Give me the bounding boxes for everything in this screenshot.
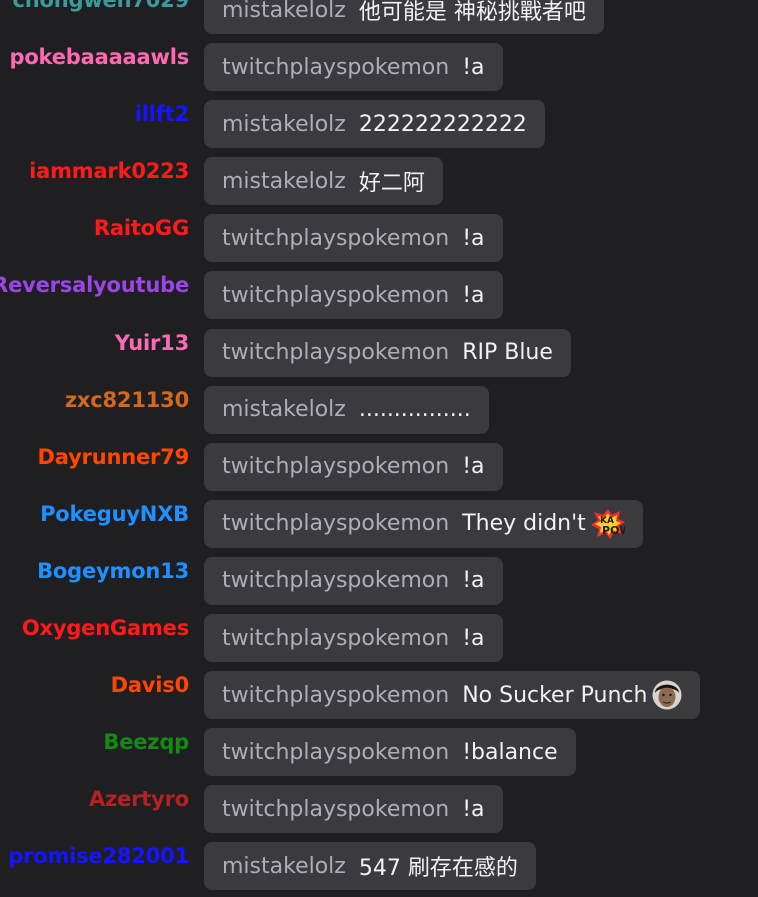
chat-message-row: OxygenGames twitchplayspokemon !a — [0, 609, 758, 666]
chat-message-row: RaitoGG twitchplayspokemon !a — [0, 209, 758, 266]
face-emote — [652, 680, 682, 710]
chat-message-row: zxc821130 mistakelolz................ — [0, 381, 758, 438]
chat-username[interactable]: Davis0 — [111, 673, 190, 697]
channel-name[interactable]: twitchplayspokemon — [222, 568, 449, 593]
channel-name[interactable]: mistakelolz — [222, 169, 346, 194]
chat-message-row: illft2 mistakelolz 222222222222 — [0, 95, 758, 152]
chat-username[interactable]: OxygenGames — [22, 616, 189, 640]
message-text: !a — [462, 625, 485, 651]
message-text: !balance — [462, 739, 558, 765]
chat-message-bubble: twitchplayspokemon They didn'tKAPOW — [204, 499, 643, 548]
channel-name[interactable]: twitchplayspokemon — [222, 740, 449, 765]
chat-message-list: chongwen7029 mistakelolz 他可能是 神秘挑戰者吧 pokeba… — [0, 0, 758, 895]
message-text: !a — [462, 282, 485, 308]
chat-username[interactable]: Bogeymon13 — [37, 559, 189, 583]
chat-message-bubble: mistakelolz 547 刷存在感的 — [204, 842, 536, 891]
message-text: ................ — [358, 397, 471, 423]
channel-name[interactable]: mistakelolz — [222, 0, 346, 23]
message-text: 547 刷存在感的 — [358, 856, 518, 882]
channel-name[interactable]: mistakelolz — [222, 112, 346, 137]
channel-name[interactable]: twitchplayspokemon — [222, 511, 449, 536]
chat-message-row: promise282001 mistakelolz 547 刷存在感的 — [0, 837, 758, 894]
chat-username[interactable]: pokebaaaaawls — [10, 45, 190, 69]
svg-text:POW: POW — [602, 524, 625, 537]
channel-name[interactable]: twitchplayspokemon — [222, 683, 449, 708]
message-text: !a — [462, 568, 485, 594]
chat-message-row: Davis0 twitchplayspokemon No Sucker Punch — [0, 666, 758, 723]
chat-message-bubble: twitchplayspokemon !a — [204, 614, 503, 663]
chat-message-bubble: twitchplayspokemon !a — [204, 442, 503, 491]
chat-message-bubble: twitchplayspokemon !a — [204, 556, 503, 605]
channel-name[interactable]: mistakelolz — [222, 854, 346, 879]
chat-message-row: Reversalyoutube twitchplayspokemon !a — [0, 266, 758, 323]
chat-username[interactable]: promise282001 — [8, 844, 189, 868]
channel-name[interactable]: twitchplayspokemon — [222, 226, 449, 251]
chat-username[interactable]: chongwen7029 — [13, 0, 190, 12]
message-text: !a — [462, 454, 485, 480]
chat-username[interactable]: Yuir13 — [115, 331, 189, 355]
chat-message-bubble: mistakelolz 好二阿 — [204, 157, 443, 206]
message-text: 222222222222 — [358, 111, 527, 137]
message-text: !a — [462, 225, 485, 251]
chat-username[interactable]: RaitoGG — [94, 216, 189, 240]
chat-message-bubble: twitchplayspokemon !balance — [204, 728, 576, 777]
chat-message-row: Yuir13 twitchplayspokemon RIP Blue — [0, 324, 758, 381]
chat-message-bubble: twitchplayspokemon !a — [204, 214, 503, 263]
chat-username[interactable]: Beezqp — [103, 730, 189, 754]
message-text: No Sucker Punch — [462, 682, 648, 708]
chat-username[interactable]: iammark0223 — [29, 159, 189, 183]
chat-message-bubble: twitchplayspokemon !a — [204, 785, 503, 834]
message-text: RIP Blue — [462, 340, 553, 366]
chat-message-bubble: mistakelolz................ — [204, 385, 489, 434]
message-text: !a — [462, 796, 485, 822]
chat-username[interactable]: zxc821130 — [65, 388, 189, 412]
chat-username[interactable]: PokeguyNXB — [40, 502, 189, 526]
chat-page: { "chat": { "messages": [ {"user": "chon… — [0, 0, 758, 897]
channel-name[interactable]: twitchplayspokemon — [222, 55, 449, 80]
chat-message-bubble: twitchplayspokemon !a — [204, 43, 503, 92]
message-text: They didn't — [462, 511, 586, 537]
message-text: 他可能是 神秘挑戰者吧 — [358, 0, 586, 25]
chat-message-row: Beezqp twitchplayspokemon !balance — [0, 723, 758, 780]
chat-message-bubble: mistakelolz 他可能是 神秘挑戰者吧 — [204, 0, 604, 34]
channel-name[interactable]: twitchplayspokemon — [222, 340, 449, 365]
chat-message-row: chongwen7029 mistakelolz 他可能是 神秘挑戰者吧 — [0, 0, 758, 38]
chat-message-bubble: twitchplayspokemon RIP Blue — [204, 328, 571, 377]
chat-username[interactable]: Azertyro — [89, 787, 189, 811]
chat-username[interactable]: Reversalyoutube — [0, 273, 189, 297]
channel-name[interactable]: mistakelolz — [222, 397, 346, 422]
kapow-emote: KAPOW — [590, 508, 625, 539]
channel-name[interactable]: twitchplayspokemon — [222, 626, 449, 651]
chat-message-row: Bogeymon13 twitchplayspokemon !a — [0, 552, 758, 609]
chat-message-row: iammark0223 mistakelolz 好二阿 — [0, 152, 758, 209]
message-text: !a — [462, 54, 485, 80]
chat-username[interactable]: illft2 — [135, 102, 189, 126]
chat-message-bubble: twitchplayspokemon !a — [204, 271, 503, 320]
chat-message-row: Azertyro twitchplayspokemon !a — [0, 780, 758, 837]
channel-name[interactable]: twitchplayspokemon — [222, 283, 449, 308]
message-text: 好二阿 — [358, 171, 425, 197]
chat-message-bubble: mistakelolz 222222222222 — [204, 100, 545, 149]
chat-message-bubble: twitchplayspokemon No Sucker Punch — [204, 671, 701, 720]
channel-name[interactable]: twitchplayspokemon — [222, 454, 449, 479]
chat-username[interactable]: Dayrunner79 — [38, 445, 190, 469]
chat-message-row: Dayrunner79 twitchplayspokemon !a — [0, 438, 758, 495]
chat-message-row: PokeguyNXB twitchplayspokemon They didn't K… — [0, 495, 758, 552]
channel-name[interactable]: twitchplayspokemon — [222, 797, 449, 822]
chat-message-row: pokebaaaaawls twitchplayspokemon !a — [0, 38, 758, 95]
